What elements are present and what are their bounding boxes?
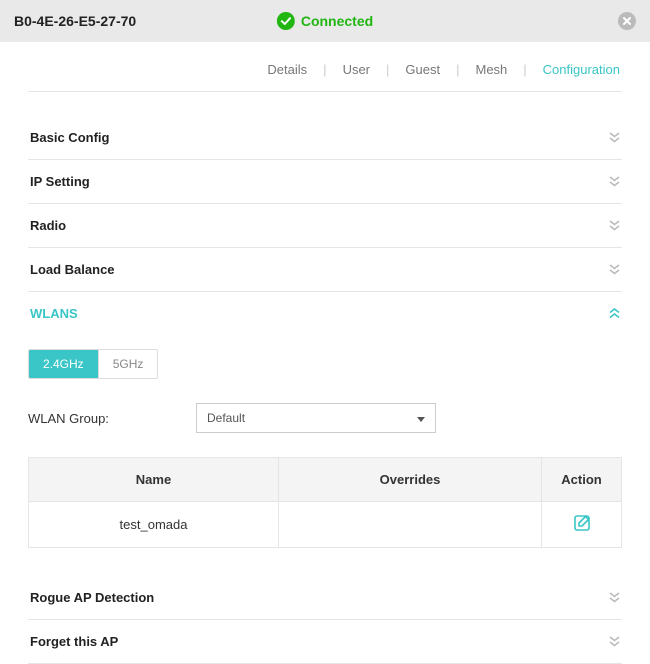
status-text: Connected (301, 13, 373, 29)
col-header-overrides: Overrides (279, 458, 542, 502)
panel-header: B0-4E-26-E5-27-70 Connected (0, 0, 650, 42)
band-5ghz[interactable]: 5GHz (98, 350, 158, 378)
section-ip-setting[interactable]: IP Setting (28, 160, 622, 204)
wlan-group-label: WLAN Group: (28, 411, 196, 426)
tab-separator: | (523, 62, 526, 77)
select-value: Default (207, 411, 245, 425)
tab-user[interactable]: User (341, 62, 372, 77)
edit-icon[interactable] (573, 514, 591, 532)
connection-status: Connected (277, 12, 373, 30)
chevron-double-down-icon (609, 264, 620, 275)
table-row: test_omada (29, 502, 622, 548)
close-icon (622, 16, 632, 26)
section-label: WLANS (30, 306, 78, 321)
section-forget-ap[interactable]: Forget this AP (28, 620, 622, 664)
tab-separator: | (456, 62, 459, 77)
section-label: IP Setting (30, 174, 90, 189)
device-mac: B0-4E-26-E5-27-70 (14, 13, 136, 29)
tab-bar: Details | User | Guest | Mesh | Configur… (28, 42, 622, 92)
chevron-double-down-icon (609, 176, 620, 187)
section-label: Basic Config (30, 130, 109, 145)
chevron-double-down-icon (609, 592, 620, 603)
tab-details[interactable]: Details (265, 62, 309, 77)
chevron-double-down-icon (609, 132, 620, 143)
close-button[interactable] (618, 12, 636, 30)
caret-down-icon (417, 411, 425, 425)
band-24ghz[interactable]: 2.4GHz (29, 350, 98, 378)
section-basic-config[interactable]: Basic Config (28, 116, 622, 160)
check-circle-icon (277, 12, 295, 30)
section-label: Radio (30, 218, 66, 233)
wlan-table: Name Overrides Action test_omada (28, 457, 622, 548)
chevron-double-up-icon (609, 308, 620, 319)
wlan-group-select[interactable]: Default (196, 403, 436, 433)
band-toggle: 2.4GHz 5GHz (28, 349, 158, 379)
section-rogue-ap[interactable]: Rogue AP Detection (28, 576, 622, 620)
section-label: Load Balance (30, 262, 115, 277)
section-load-balance[interactable]: Load Balance (28, 248, 622, 292)
chevron-double-down-icon (609, 220, 620, 231)
chevron-double-down-icon (609, 636, 620, 647)
cell-action (542, 502, 622, 548)
section-label: Forget this AP (30, 634, 118, 649)
wlan-group-row: WLAN Group: Default (28, 403, 622, 433)
cell-name: test_omada (29, 502, 279, 548)
tab-separator: | (386, 62, 389, 77)
tab-mesh[interactable]: Mesh (473, 62, 509, 77)
col-header-name: Name (29, 458, 279, 502)
col-header-action: Action (542, 458, 622, 502)
section-wlans[interactable]: WLANS (28, 292, 622, 335)
tab-guest[interactable]: Guest (403, 62, 442, 77)
section-radio[interactable]: Radio (28, 204, 622, 248)
section-label: Rogue AP Detection (30, 590, 154, 605)
tab-separator: | (323, 62, 326, 77)
wlans-body: 2.4GHz 5GHz WLAN Group: Default Name Ove… (28, 335, 622, 576)
tab-configuration[interactable]: Configuration (541, 62, 622, 77)
cell-overrides (279, 502, 542, 548)
